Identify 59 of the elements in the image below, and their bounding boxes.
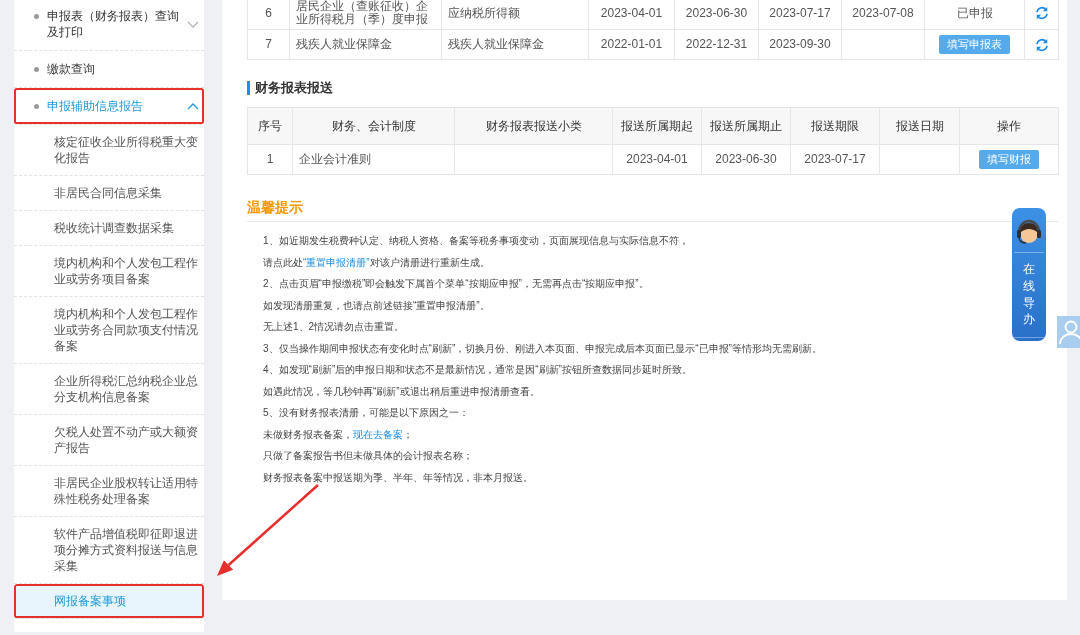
column-header: 财务、会计制度 <box>292 107 455 145</box>
tip-link[interactable]: “重置申报清册” <box>303 256 370 268</box>
tip-text: 4、如发现“刷新”后的申报日期和状态不是最新情况，通常是因“刷新”按钮所查数据同步延时所致。 <box>263 363 692 377</box>
sidebar-subitem[interactable]: 境内机构和个人发包工程作业或劳务合同款项支付情况备案 <box>14 297 204 364</box>
tip-link[interactable]: 现在去备案 <box>353 428 403 440</box>
table-cell: 残疾人就业保障金 <box>289 29 442 60</box>
tip-text: 请点此处“重置申报清册”对该户清册进行重新生成。 <box>263 255 490 270</box>
tip-text: 2、点击页眉“申报缴税”即会触发下属首个菜单“按期应申报”，无需再点击“按期应申报”。 <box>263 277 649 291</box>
column-header: 报送期限 <box>790 107 880 145</box>
table-cell: 2023-07-08 <box>841 0 925 30</box>
sidebar-subitem[interactable]: 核定征收企业所得税重大变化报告 <box>14 125 204 176</box>
tip-text: 3、仅当操作期间申报状态有变化时点“刷新”，切换月份、刚进入本页面、申报完成后本页面已显示“已申报”等情形均无需刷新。 <box>263 341 822 356</box>
tip-text: 无上述1、2情况请勿点击重置。 <box>263 320 405 334</box>
table-cell: 2023-07-17 <box>790 144 880 175</box>
sidebar-subitem[interactable]: 非居民企业股权转让适用特殊性税务处理备案 <box>14 466 204 517</box>
bullet-icon <box>34 66 39 72</box>
tip-text: 只做了备案报告书但未做具体的会计报表名称； <box>263 449 473 463</box>
table-cell: 2023-04-01 <box>612 144 702 175</box>
tip-text: 如遇此情况，等几秒钟再“刷新”或退出稍后重进申报清册查看。 <box>263 384 540 399</box>
tip-text: 未做财务报表备案，现在去备案； <box>263 427 413 442</box>
table-cell: 2023-06-30 <box>701 144 791 175</box>
table-cell: 2023-07-17 <box>758 0 842 30</box>
status-cell: 已申报 <box>924 0 1025 30</box>
table-cell: 6 <box>247 0 290 30</box>
tip-text: 1、如近期发生税费种认定、纳税人资格、备案等税务事项变动，页面展现信息与实际信息不符， <box>263 234 689 248</box>
column-header: 报送日期 <box>879 107 960 145</box>
bullet-icon <box>34 13 39 19</box>
column-header: 报送所属期止 <box>701 107 791 145</box>
table-cell: 2022-12-31 <box>674 29 759 60</box>
column-header: 报送所属期起 <box>612 107 702 145</box>
refresh-icon[interactable] <box>1034 37 1049 52</box>
sidebar-subitem[interactable]: 欠税人处置不动产或大额资产报告 <box>14 415 204 466</box>
table-cell: 1 <box>247 144 293 175</box>
sidebar-subitem[interactable]: 境内机构和个人发包工程作业或劳务项目备案 <box>14 246 204 297</box>
sidebar-subitem[interactable]: 非居民合同信息采集 <box>14 176 204 211</box>
table-cell: 应纳税所得额 <box>441 0 589 30</box>
table-cell: 7 <box>247 29 290 60</box>
table-cell: 2022-01-01 <box>588 29 675 60</box>
table-cell: 2023-04-01 <box>588 0 675 30</box>
table-cell: 居民企业（查账征收）企业所得税月（季）度申报 <box>289 0 442 30</box>
table-cell: 2023-09-30 <box>758 29 842 60</box>
sidebar-subitem[interactable]: 税收统计调查数据采集 <box>14 211 204 246</box>
sidebar-subitem[interactable]: 企业所得税汇总纳税企业总分支机构信息备案 <box>14 364 204 415</box>
table-cell: 企业会计准则 <box>292 144 455 175</box>
tip-text: 财务报表备案中报送期为季、半年、年等情况，非本月报送。 <box>263 470 533 485</box>
sidebar-item[interactable]: 申报表（财务报表）查询及打印 <box>14 0 204 51</box>
tips-title: 温馨提示 <box>247 199 303 216</box>
refresh-icon[interactable] <box>1034 6 1049 20</box>
bullet-icon <box>34 103 39 109</box>
table-cell: 2023-06-30 <box>674 0 759 30</box>
column-header: 操作 <box>959 107 1059 145</box>
column-header: 序号 <box>247 107 293 145</box>
table-cell: 残疾人就业保障金 <box>441 29 589 60</box>
online-guide-button[interactable]: 在线导办 <box>1012 208 1046 341</box>
tip-text: 5、没有财务报表清册，可能是以下原因之一： <box>263 406 469 420</box>
column-header: 财务报表报送小类 <box>454 107 613 145</box>
tip-text: 如发现清册重复，也请点前述链接“重置申报清册”。 <box>263 298 490 313</box>
sidebar-item[interactable]: 缴款查询 <box>14 51 204 88</box>
section-title: 财务报表报送 <box>247 81 333 95</box>
